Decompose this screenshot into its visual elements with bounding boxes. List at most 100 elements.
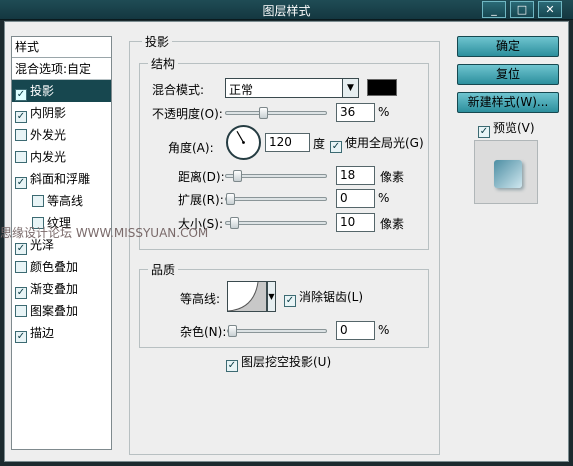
shadow-panel: 投影 结构 混合模式: 正常 ▼ 不透明度(O): 36 % 角度(A): 12… [129, 33, 440, 455]
blend-mode-value: 正常 [229, 83, 254, 97]
antialias-check-icon: ✓ [284, 295, 296, 307]
style-item[interactable]: 内发光 [12, 146, 111, 168]
blend-options-item[interactable]: 混合选项:自定 [12, 58, 111, 80]
checkbox-icon[interactable] [15, 151, 27, 163]
angle-unit: 度 [313, 137, 326, 151]
structure-title: 结构 [148, 55, 179, 72]
chevron-down-icon: ▼ [342, 79, 358, 97]
knockout-check-icon: ✓ [226, 360, 238, 372]
preview-checkbox[interactable]: ✓ 预览(V) [478, 119, 535, 138]
style-item-label: 内阴影 [30, 106, 67, 120]
quality-group: 品质 等高线: ▼ ✓ 消除锯齿(L) 杂色(N): 0 % [139, 261, 429, 348]
contour-picker[interactable] [227, 281, 267, 312]
checkbox-icon[interactable]: ✓ [15, 177, 27, 189]
antialias-checkbox[interactable]: ✓ 消除锯齿(L) [284, 288, 363, 307]
style-item-label: 渐变叠加 [30, 282, 79, 296]
structure-group: 结构 混合模式: 正常 ▼ 不透明度(O): 36 % 角度(A): 120 度 [139, 55, 429, 250]
style-item[interactable]: 颜色叠加 [12, 256, 111, 278]
spread-slider[interactable] [225, 193, 327, 205]
preview-label: 预览(V) [493, 121, 535, 135]
style-item[interactable]: 等高线 [12, 190, 111, 212]
new-style-button[interactable]: 新建样式(W)... [457, 92, 559, 113]
contour-dropdown-button[interactable]: ▼ [267, 281, 276, 312]
minimize-button[interactable]: _ [482, 1, 506, 18]
spread-label: 扩展(R): [178, 193, 224, 207]
size-slider[interactable] [225, 217, 327, 229]
title-bar[interactable]: 图层样式 _ □ ✕ [0, 0, 573, 20]
angle-input[interactable]: 120 [265, 133, 310, 152]
checkbox-icon[interactable]: ✓ [15, 111, 27, 123]
antialias-label: 消除锯齿(L) [299, 290, 364, 304]
distance-unit: 像素 [380, 170, 405, 184]
checkbox-icon[interactable] [15, 261, 27, 273]
blend-mode-label: 混合模式: [152, 83, 205, 97]
maximize-icon: □ [516, 3, 528, 16]
opacity-unit: % [378, 105, 390, 119]
style-item[interactable]: ✓ 投影 [12, 80, 111, 102]
angle-label: 角度(A): [168, 141, 214, 155]
reset-button[interactable]: 复位 [457, 64, 559, 85]
maximize-button[interactable]: □ [510, 1, 534, 18]
spread-input[interactable]: 0 [336, 189, 375, 208]
checkbox-icon[interactable]: ✓ [15, 287, 27, 299]
noise-slider[interactable] [227, 325, 327, 337]
blend-mode-select[interactable]: 正常 ▼ [225, 78, 359, 98]
checkbox-icon[interactable]: ✓ [15, 89, 27, 101]
dialog-body: 样式 混合选项:自定 ✓ 投影 ✓ 内阴影 外发光 内发光 ✓ 斜面和浮雕 等高线 纹理 ✓ 光泽 颜色… [4, 21, 569, 462]
chevron-down-icon: ▼ [268, 292, 275, 301]
opacity-slider-thumb[interactable] [258, 107, 268, 119]
noise-label: 杂色(N): [180, 325, 227, 339]
opacity-slider[interactable] [225, 107, 327, 119]
checkbox-icon[interactable] [15, 305, 27, 317]
contour-label: 等高线: [180, 292, 221, 306]
opacity-label: 不透明度(O): [152, 107, 223, 121]
shadow-panel-title: 投影 [142, 33, 173, 50]
distance-slider-thumb[interactable] [232, 170, 242, 182]
style-item[interactable]: 外发光 [12, 124, 111, 146]
checkbox-icon[interactable]: ✓ [15, 331, 27, 343]
style-item[interactable]: ✓ 内阴影 [12, 102, 111, 124]
close-icon: ✕ [545, 3, 555, 16]
ok-button[interactable]: 确定 [457, 36, 559, 57]
style-item-label: 图案叠加 [30, 304, 79, 318]
style-item-label: 描边 [30, 326, 55, 340]
style-item[interactable]: ✓ 渐变叠加 [12, 278, 111, 300]
style-items: ✓ 投影 ✓ 内阴影 外发光 内发光 ✓ 斜面和浮雕 等高线 纹理 ✓ 光泽 颜色叠加 ✓ 渐变叠加 图案叠加… [12, 80, 111, 344]
opacity-input[interactable]: 36 [336, 103, 375, 122]
style-item-label: 等高线 [47, 194, 84, 208]
style-item[interactable]: ✓ 斜面和浮雕 [12, 168, 111, 190]
style-item-label: 外发光 [30, 128, 67, 142]
knockout-label: 图层挖空投影(U) [241, 355, 332, 369]
style-item[interactable]: ✓ 描边 [12, 322, 111, 344]
noise-slider-thumb[interactable] [228, 325, 237, 337]
style-list: 样式 混合选项:自定 ✓ 投影 ✓ 内阴影 外发光 内发光 ✓ 斜面和浮雕 等高线 纹理 ✓ 光泽 颜色… [11, 36, 112, 450]
size-unit: 像素 [380, 217, 405, 231]
distance-slider[interactable] [225, 170, 327, 182]
spread-slider-thumb[interactable] [226, 193, 235, 205]
angle-dial[interactable] [226, 125, 261, 160]
watermark-text: 思缘设计论坛 WWW.MISSYUAN.COM [0, 226, 209, 240]
checkbox-icon[interactable] [32, 195, 44, 207]
spread-unit: % [378, 191, 390, 205]
style-item[interactable]: 图案叠加 [12, 300, 111, 322]
checkbox-icon[interactable] [15, 129, 27, 141]
distance-input[interactable]: 18 [336, 166, 375, 185]
global-light-checkbox[interactable]: ✓ 使用全局光(G) [330, 134, 424, 153]
style-item-label: 投影 [30, 84, 55, 98]
close-button[interactable]: ✕ [538, 1, 562, 18]
style-item-label: 内发光 [30, 150, 67, 164]
knockout-checkbox[interactable]: ✓ 图层挖空投影(U) [226, 353, 331, 372]
noise-input[interactable]: 0 [336, 321, 375, 340]
quality-title: 品质 [148, 261, 179, 278]
style-preview-thumbnail [494, 160, 522, 188]
size-slider-thumb[interactable] [229, 217, 239, 229]
distance-label: 距离(D): [178, 170, 225, 184]
style-item-label: 斜面和浮雕 [30, 172, 91, 186]
shadow-color-swatch[interactable] [367, 79, 397, 96]
size-input[interactable]: 10 [336, 213, 375, 232]
minimize-icon: _ [491, 3, 497, 16]
preview-check-icon: ✓ [478, 126, 490, 138]
checkbox-icon[interactable]: ✓ [15, 243, 27, 255]
style-list-header[interactable]: 样式 [12, 37, 111, 58]
global-light-label: 使用全局光(G) [345, 136, 424, 150]
